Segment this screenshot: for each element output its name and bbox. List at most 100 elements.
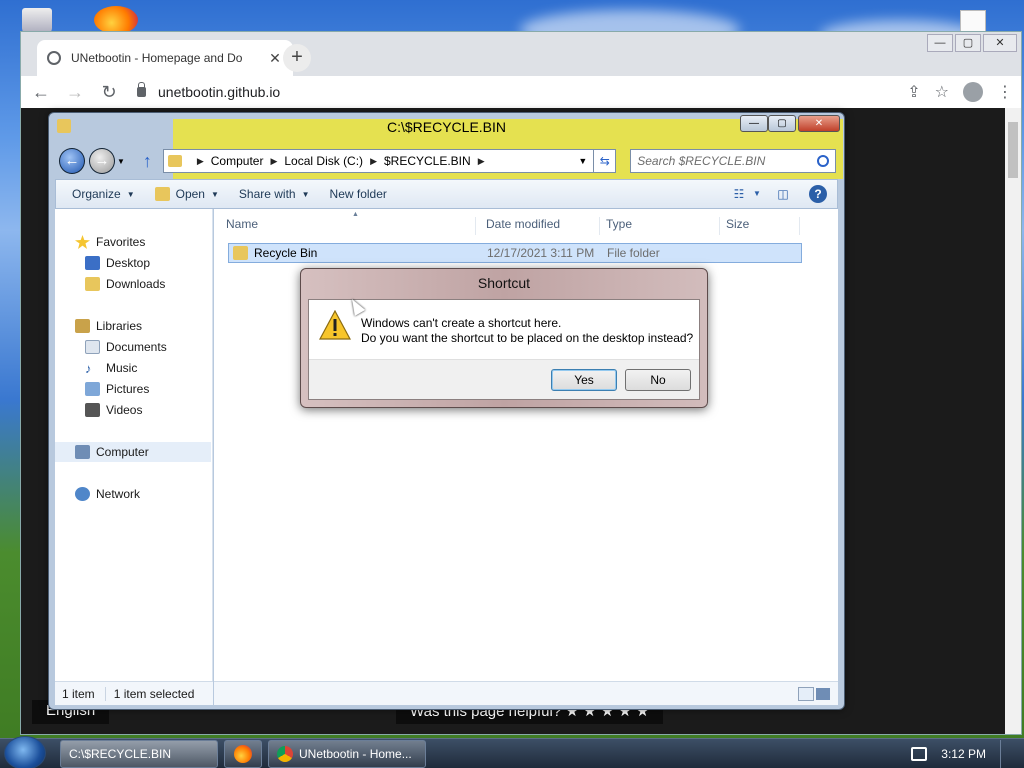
system-tray: 3:12 PM: [911, 739, 1014, 768]
command-bar: Organize ▼ Open ▼ Share with ▼ New folder ☷…: [55, 179, 838, 209]
profile-avatar[interactable]: [963, 82, 983, 102]
search-icon[interactable]: [817, 155, 829, 167]
nav-downloads[interactable]: Downloads: [55, 274, 211, 294]
bookmark-star-icon[interactable]: ☆: [935, 82, 949, 102]
chevron-down-icon: ▼: [126, 189, 135, 199]
new-tab-button[interactable]: +: [283, 44, 311, 72]
share-with-button[interactable]: Share with ▼: [229, 187, 320, 201]
tiles-view-icon[interactable]: [816, 687, 830, 700]
back-icon[interactable]: ←: [59, 148, 85, 174]
taskbar-item-explorer-label: C:\$RECYCLE.BIN: [69, 747, 172, 761]
explorer-maximize-button[interactable]: ▢: [768, 115, 796, 132]
dialog-button-area: Yes No: [309, 359, 699, 399]
forward-icon[interactable]: →: [61, 78, 89, 106]
taskbar-item-explorer[interactable]: C:\$RECYCLE.BIN: [60, 740, 218, 768]
address-bar[interactable]: ▶ Computer ▶ Local Disk (C:) ▶ $RECYCLE.…: [162, 149, 595, 173]
column-header-name[interactable]: Name: [220, 217, 476, 235]
share-icon[interactable]: ⇪: [907, 82, 920, 102]
reload-icon[interactable]: ↻: [95, 78, 123, 106]
nav-documents-label: Documents: [106, 340, 167, 354]
start-button[interactable]: [4, 736, 46, 768]
up-icon[interactable]: ↑: [143, 151, 159, 172]
desktop-icon: [85, 256, 100, 270]
taskbar-item-chrome[interactable]: UNetbootin - Home...: [268, 740, 426, 768]
maximize-button[interactable]: ▢: [955, 34, 981, 52]
column-header-size[interactable]: Size: [720, 217, 800, 235]
taskbar-item-chrome-label: UNetbootin - Home...: [299, 747, 412, 761]
back-icon[interactable]: ←: [27, 78, 55, 106]
pictures-icon: [85, 382, 100, 396]
organize-button[interactable]: Organize ▼: [62, 187, 145, 201]
address-bar[interactable]: unetbootin.github.io: [137, 82, 280, 100]
no-button[interactable]: No: [625, 369, 691, 391]
chevron-right-icon[interactable]: ▶: [370, 156, 377, 167]
toolbar-actions: ⇪ ☆ ⋮: [907, 76, 1013, 108]
chevron-down-icon: ▼: [210, 189, 219, 199]
explorer-minimize-button[interactable]: —: [740, 115, 768, 132]
taskbar-item-firefox[interactable]: [224, 740, 262, 768]
nav-favorites-label: Favorites: [96, 235, 146, 249]
nav-pictures-label: Pictures: [106, 382, 150, 396]
nav-computer-label: Computer: [96, 445, 149, 459]
nav-desktop[interactable]: Desktop: [55, 253, 211, 273]
item-count: 1 item: [62, 686, 106, 701]
nav-pictures[interactable]: Pictures: [55, 379, 211, 399]
details-view-icon[interactable]: [798, 686, 814, 701]
chevron-down-icon[interactable]: ▼: [747, 184, 767, 204]
nav-computer[interactable]: Computer: [55, 442, 211, 462]
chevron-right-icon[interactable]: ▶: [197, 156, 204, 167]
nav-music-label: Music: [106, 361, 138, 375]
browser-tab[interactable]: UNetbootin - Homepage and Do ✕: [37, 40, 293, 76]
view-options-icon[interactable]: ☷: [729, 184, 749, 204]
yes-button[interactable]: Yes: [551, 369, 617, 391]
minimize-button[interactable]: —: [927, 34, 953, 52]
forward-icon[interactable]: →: [88, 148, 115, 174]
firefox-icon[interactable]: [94, 6, 138, 34]
show-desktop-button[interactable]: [1000, 740, 1014, 768]
firefox-icon: [234, 745, 252, 763]
breadcrumb-computer[interactable]: Computer: [211, 154, 264, 168]
nav-downloads-label: Downloads: [106, 277, 166, 291]
nav-music[interactable]: ♪ Music: [55, 358, 211, 378]
search-placeholder: Search $RECYCLE.BIN: [637, 154, 766, 168]
history-dropdown-icon[interactable]: ▼: [117, 157, 125, 166]
nav-videos[interactable]: Videos: [55, 400, 211, 420]
chevron-right-icon[interactable]: ▶: [270, 156, 277, 167]
chevron-right-icon[interactable]: ▶: [478, 156, 485, 167]
column-header-type[interactable]: Type: [600, 217, 720, 235]
nav-libraries[interactable]: Libraries: [55, 316, 211, 336]
close-window-button[interactable]: ✕: [983, 34, 1017, 52]
close-tab-icon[interactable]: ✕: [267, 50, 283, 67]
new-folder-button[interactable]: New folder: [320, 187, 397, 201]
preview-pane-icon[interactable]: ◫: [773, 184, 793, 204]
breadcrumb-local-disk[interactable]: Local Disk (C:): [284, 154, 363, 168]
scrollbar-thumb[interactable]: [1008, 122, 1018, 178]
music-icon: ♪: [85, 361, 92, 376]
chevron-down-icon[interactable]: ▼: [578, 156, 587, 166]
column-header-date[interactable]: Date modified: [480, 217, 600, 235]
clock[interactable]: 3:12 PM: [941, 747, 986, 761]
nav-favorites[interactable]: Favorites: [55, 232, 211, 252]
status-bar: 1 item 1 item selected: [62, 681, 838, 705]
warning-icon: [319, 310, 351, 340]
nav-documents[interactable]: Documents: [55, 337, 211, 357]
tab-title: UNetbootin - Homepage and Do: [71, 51, 243, 65]
explorer-close-button[interactable]: ✕: [798, 115, 840, 132]
menu-dots-icon[interactable]: ⋮: [997, 82, 1013, 102]
file-icon[interactable]: [960, 10, 986, 32]
network-tray-icon[interactable]: [911, 747, 928, 761]
nav-network[interactable]: Network: [55, 484, 211, 504]
open-button[interactable]: Open ▼: [145, 187, 229, 201]
explorer-window: C:\$RECYCLE.BIN — ▢ ✕ ← → ▼ ↑ ▶ Computer…: [48, 112, 845, 710]
table-row[interactable]: Recycle Bin 12/17/2021 3:11 PM File fold…: [228, 243, 802, 263]
page-scrollbar[interactable]: [1005, 108, 1021, 734]
breadcrumb-recycle-bin[interactable]: $RECYCLE.BIN: [384, 154, 471, 168]
help-icon[interactable]: ?: [809, 185, 827, 203]
row-type: File folder: [607, 246, 660, 260]
locked-folder-icon: [233, 246, 248, 260]
row-name: Recycle Bin: [254, 246, 318, 260]
search-input[interactable]: Search $RECYCLE.BIN: [630, 149, 836, 173]
network-icon: [75, 487, 90, 501]
tab-strip: UNetbootin - Homepage and Do ✕ + — ▢ ✕: [21, 32, 1021, 76]
refresh-icon[interactable]: ⇆: [594, 149, 617, 173]
